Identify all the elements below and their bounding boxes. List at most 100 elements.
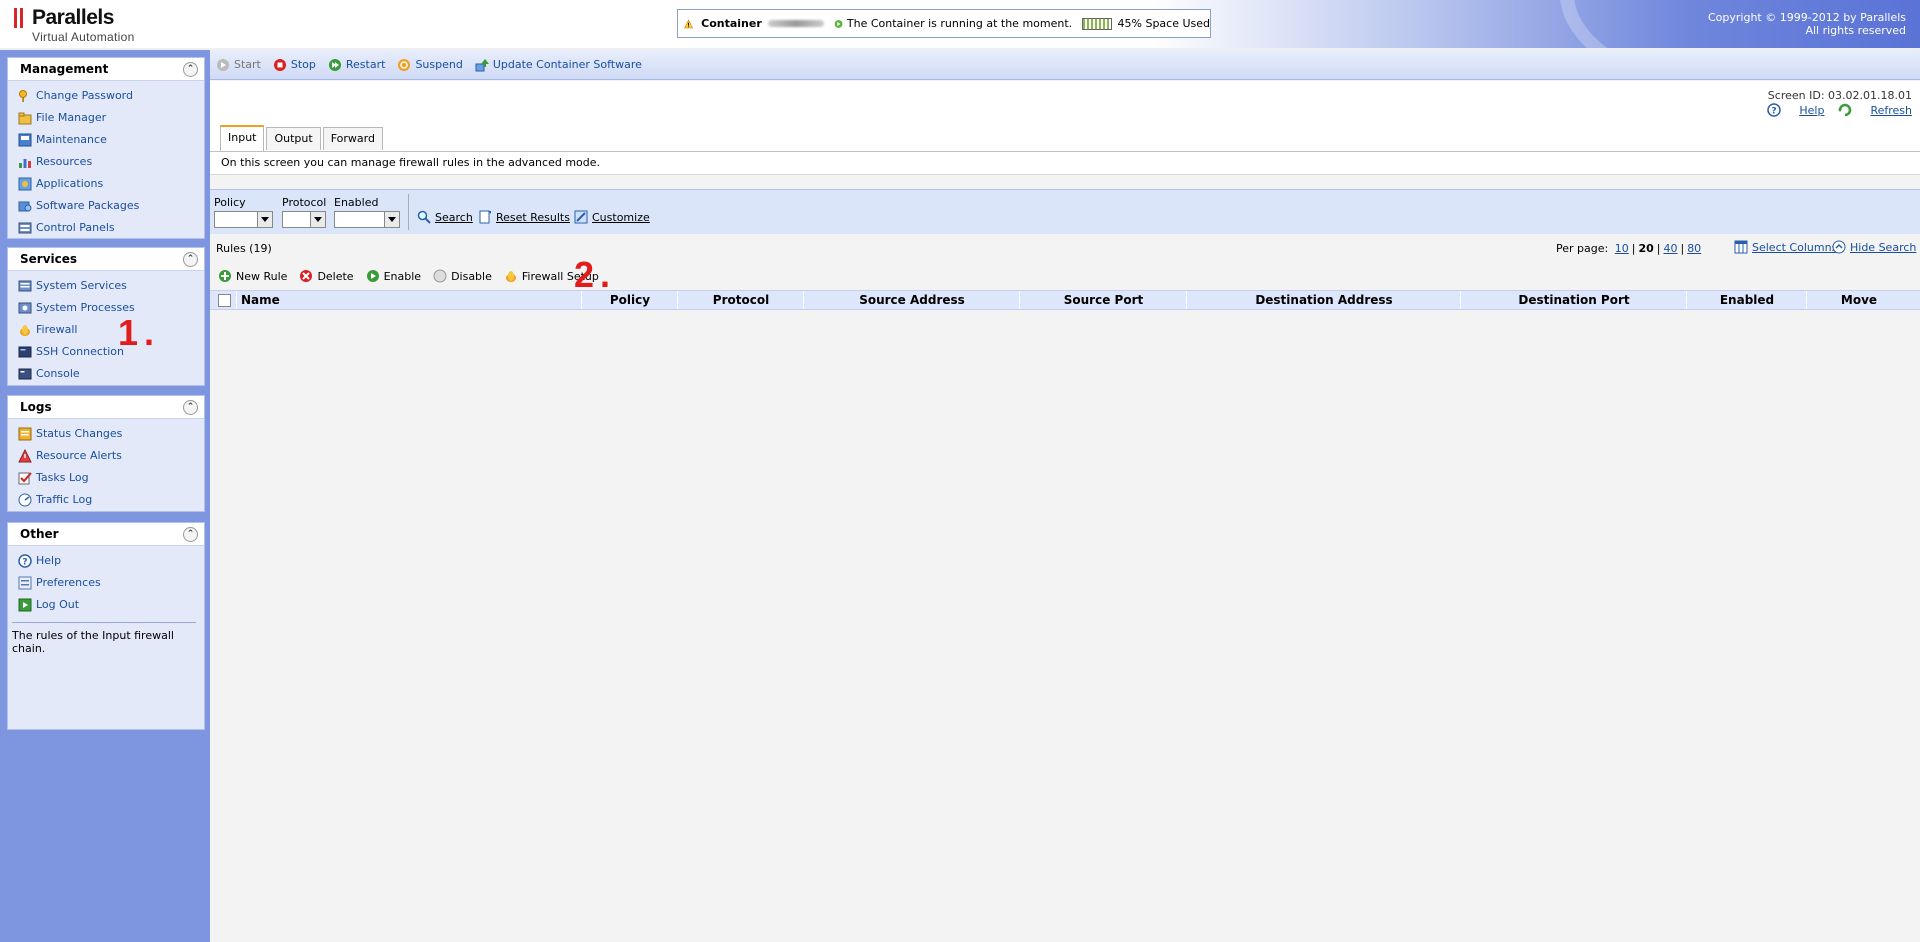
select-columns-link[interactable]: Select Columns bbox=[1734, 240, 1837, 254]
collapse-icon[interactable]: ⌃ bbox=[183, 527, 198, 542]
suspend-button[interactable]: Suspend bbox=[397, 58, 463, 72]
reset-results-button[interactable]: Reset Results bbox=[478, 210, 570, 224]
logo-name: Parallels bbox=[32, 6, 114, 29]
software-packages-icon bbox=[18, 201, 32, 212]
container-status-box: Container The Container is running at th… bbox=[677, 9, 1211, 38]
enable-icon bbox=[366, 270, 379, 282]
sidebar-item-tasks-log[interactable]: Tasks Log bbox=[8, 467, 204, 489]
help-refresh-links: ? Help Refresh bbox=[1753, 103, 1912, 117]
annotation-1: 1. bbox=[118, 312, 161, 353]
management-panel-header[interactable]: Management ⌃ bbox=[8, 58, 204, 81]
enabled-select[interactable] bbox=[334, 211, 400, 228]
collapse-icon[interactable]: ⌃ bbox=[183, 62, 198, 77]
delete-button[interactable]: Delete bbox=[299, 269, 354, 283]
enable-button[interactable]: Enable bbox=[366, 269, 421, 283]
tab-input[interactable]: Input bbox=[220, 125, 265, 151]
column-header-protocol[interactable]: Protocol bbox=[677, 291, 804, 309]
hide-search-label: Hide Search bbox=[1850, 240, 1917, 254]
policy-select[interactable] bbox=[214, 211, 273, 228]
sidebar-item-status-changes[interactable]: Status Changes bbox=[8, 423, 204, 445]
rules-actions-bar: New Rule Delete Enable Disable Firewall … bbox=[210, 264, 1920, 288]
collapse-icon[interactable]: ⌃ bbox=[183, 252, 198, 267]
resources-chart-icon bbox=[19, 159, 31, 168]
new-rule-label: New Rule bbox=[236, 269, 288, 283]
sidebar-item-log-out[interactable]: Log Out bbox=[8, 594, 204, 616]
column-header-enabled[interactable]: Enabled bbox=[1686, 291, 1807, 309]
logs-title: Logs bbox=[20, 400, 52, 414]
sidebar-item-label: Maintenance bbox=[36, 133, 107, 146]
customize-button[interactable]: Customize bbox=[574, 210, 650, 224]
sidebar-item-firewall[interactable]: Firewall bbox=[8, 319, 204, 341]
suspend-icon bbox=[398, 58, 411, 71]
sidebar-item-traffic-log[interactable]: Traffic Log bbox=[8, 489, 204, 511]
search-label: Search bbox=[435, 210, 473, 224]
per-page-80[interactable]: 80 bbox=[1687, 242, 1701, 255]
management-panel: Management ⌃ Change Password File Manage… bbox=[7, 57, 205, 239]
policy-filter-label: Policy bbox=[214, 196, 246, 209]
sidebar-item-change-password[interactable]: Change Password bbox=[8, 85, 204, 107]
column-header-source-port[interactable]: Source Port bbox=[1019, 291, 1187, 309]
firewall-icon bbox=[20, 325, 30, 336]
sidebar-item-system-processes[interactable]: System Processes bbox=[8, 297, 204, 319]
help-link[interactable]: ? Help bbox=[1767, 103, 1824, 117]
new-rule-button[interactable]: New Rule bbox=[218, 269, 287, 283]
tab-output[interactable]: Output bbox=[266, 127, 321, 150]
per-page-40[interactable]: 40 bbox=[1663, 242, 1677, 255]
sidebar-item-label: Traffic Log bbox=[36, 493, 93, 506]
disable-button[interactable]: Disable bbox=[433, 269, 492, 283]
sidebar-item-applications[interactable]: Applications bbox=[8, 173, 204, 195]
copyright: Copyright © 1999-2012 by Parallels All r… bbox=[1708, 11, 1906, 37]
policy-filter: Policy bbox=[214, 196, 273, 228]
column-header-destination-port[interactable]: Destination Port bbox=[1460, 291, 1687, 309]
sidebar-item-maintenance[interactable]: Maintenance bbox=[8, 129, 204, 151]
column-header-source-address[interactable]: Source Address bbox=[803, 291, 1020, 309]
sidebar-item-label: Tasks Log bbox=[36, 471, 89, 484]
logo-bars-icon bbox=[14, 8, 17, 28]
column-header-name[interactable]: Name bbox=[236, 291, 581, 309]
ssh-terminal-icon bbox=[18, 346, 32, 358]
content-area: Screen ID: 03.02.01.18.01 ? Help Refresh … bbox=[210, 81, 1920, 942]
per-page-20[interactable]: 20 bbox=[1638, 242, 1653, 255]
protocol-select[interactable] bbox=[282, 211, 326, 228]
tab-forward[interactable]: Forward bbox=[322, 127, 383, 150]
sidebar-item-control-panels[interactable]: Control Panels bbox=[8, 217, 204, 239]
sidebar-item-label: SSH Connection bbox=[36, 345, 124, 358]
sidebar-item-label: Firewall bbox=[36, 323, 78, 336]
start-button[interactable]: Start bbox=[216, 58, 261, 72]
hide-search-link[interactable]: Hide Search bbox=[1832, 240, 1916, 254]
per-page-10[interactable]: 10 bbox=[1615, 242, 1629, 255]
sidebar-item-software-packages[interactable]: Software Packages bbox=[8, 195, 204, 217]
search-icon bbox=[417, 210, 431, 224]
sidebar-item-console[interactable]: Console bbox=[8, 363, 204, 385]
app-header: Parallels Virtual Automation Container T… bbox=[0, 0, 1920, 48]
suspend-label: Suspend bbox=[415, 58, 463, 71]
stop-button[interactable]: Stop bbox=[273, 58, 316, 72]
sidebar-item-system-services[interactable]: System Services bbox=[8, 275, 204, 297]
collapse-icon[interactable]: ⌃ bbox=[183, 400, 198, 415]
sidebar-item-file-manager[interactable]: File Manager bbox=[8, 107, 204, 129]
logs-panel-header[interactable]: Logs ⌃ bbox=[8, 396, 204, 419]
other-panel-header[interactable]: Other ⌃ bbox=[8, 523, 204, 546]
key-icon bbox=[19, 90, 27, 102]
search-button[interactable]: Search bbox=[417, 210, 473, 224]
refresh-link[interactable]: Refresh bbox=[1838, 103, 1912, 117]
sidebar-item-resource-alerts[interactable]: Resource Alerts bbox=[8, 445, 204, 467]
select-all-checkbox[interactable] bbox=[218, 294, 231, 307]
maintenance-icon bbox=[18, 133, 32, 147]
enabled-filter: Enabled bbox=[334, 196, 400, 228]
column-header-destination-address[interactable]: Destination Address bbox=[1186, 291, 1461, 309]
resource-alerts-icon bbox=[18, 449, 32, 463]
restart-button[interactable]: Restart bbox=[328, 58, 385, 72]
update-container-software-button[interactable]: Update Container Software bbox=[475, 58, 642, 72]
sidebar-item-label: System Services bbox=[36, 279, 127, 292]
sidebar-item-ssh-connection[interactable]: SSH Connection bbox=[8, 341, 204, 363]
search-bar: Policy Protocol Enabled Search Reset Res… bbox=[210, 189, 1920, 235]
sidebar-item-preferences[interactable]: Preferences bbox=[8, 572, 204, 594]
enable-label: Enable bbox=[383, 269, 422, 283]
traffic-log-icon bbox=[18, 493, 32, 507]
column-header-move[interactable]: Move bbox=[1806, 291, 1911, 309]
sidebar-item-help[interactable]: ? Help bbox=[8, 550, 204, 572]
services-panel-header[interactable]: Services ⌃ bbox=[8, 248, 204, 271]
sidebar-item-resources[interactable]: Resources bbox=[8, 151, 204, 173]
preferences-icon bbox=[18, 576, 32, 590]
